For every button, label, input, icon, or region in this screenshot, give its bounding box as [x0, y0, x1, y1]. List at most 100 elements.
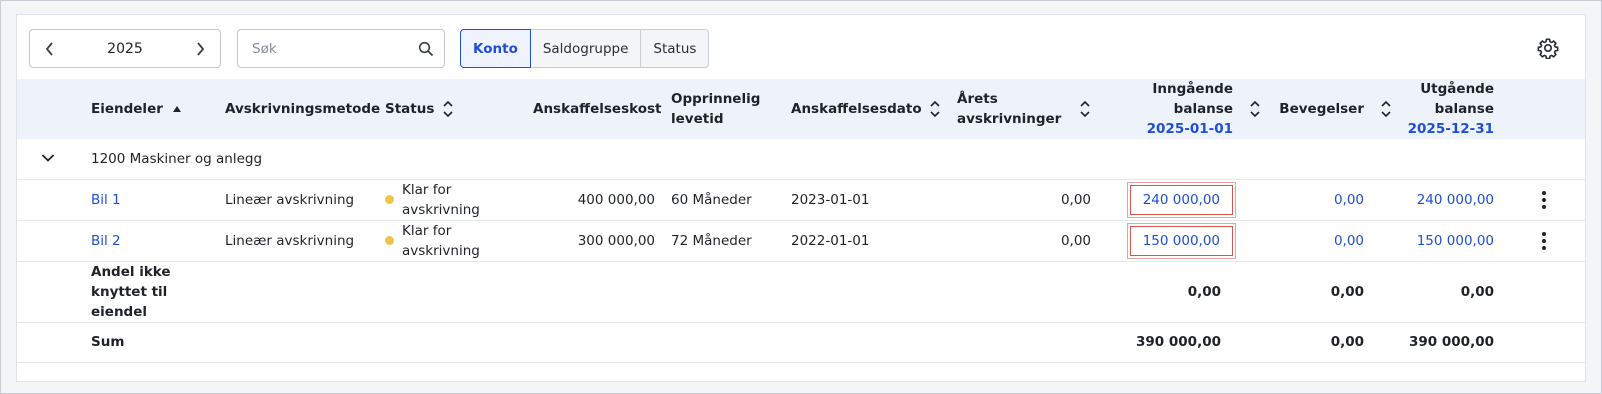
table-header-row: Eiendeler Avskrivningsmetode Status Ansk…: [17, 79, 1585, 139]
tab-konto[interactable]: Konto: [460, 29, 531, 68]
status-line1: Klar for: [402, 222, 452, 239]
sort-icon[interactable]: [1249, 99, 1261, 119]
unlinked-row: Andel ikke knyttet til eiendel 0,00 0,00…: [17, 261, 1585, 323]
search-field: [237, 29, 445, 68]
asset-link[interactable]: Bil 2: [83, 220, 217, 262]
row-menu-cell: [1502, 179, 1585, 221]
unlinked-movements: 0,00: [1241, 261, 1372, 323]
sum-closing: 390 000,00: [1372, 322, 1502, 363]
header-bevegelser-label: Bevegelser: [1279, 101, 1364, 117]
asset-link[interactable]: Bil 1: [83, 179, 217, 221]
header-status[interactable]: Status: [377, 79, 525, 139]
status-dot-icon: [385, 236, 394, 245]
search-input[interactable]: [252, 40, 402, 57]
sum-label: Sum: [83, 322, 217, 363]
more-vertical-icon[interactable]: [1539, 190, 1549, 209]
method-cell: Lineær avskrivning: [217, 179, 377, 221]
header-inngaende-line2: balanse: [1173, 101, 1233, 117]
unlinked-label: Andel ikke knyttet til eiendel: [83, 261, 217, 323]
gear-icon: [1537, 38, 1559, 60]
status-line1: Klar for: [402, 181, 452, 198]
group-label: 1200 Maskiner og anlegg: [83, 139, 1585, 180]
header-utgaende-date[interactable]: 2025-12-31: [1408, 119, 1494, 139]
unlinked-line3: eiendel: [91, 303, 147, 320]
sort-icon[interactable]: [442, 99, 454, 119]
header-levetid-line1: Opprinnelig: [671, 91, 761, 107]
year-value: 2025: [107, 40, 143, 57]
table-row: Bil 1 Lineær avskrivning Klar for avskri…: [17, 179, 1585, 221]
header-utgaende-line1: Utgående: [1420, 81, 1494, 97]
asset-register-panel: 2025 Konto Saldogruppe Status: [16, 14, 1586, 382]
tab-status[interactable]: Status: [640, 29, 710, 68]
date-cell: 2022-01-01: [783, 220, 949, 262]
header-anskaffelsesdato[interactable]: Anskaffelsesdato: [783, 79, 949, 139]
sort-icon[interactable]: [1079, 99, 1091, 119]
header-utgaende-line2: balanse: [1434, 101, 1494, 117]
method-cell: Lineær avskrivning: [217, 220, 377, 262]
header-bevegelser[interactable]: Bevegelser: [1241, 79, 1372, 139]
closing-balance-link[interactable]: 240 000,00: [1372, 179, 1502, 221]
more-vertical-icon[interactable]: [1539, 231, 1549, 250]
header-opprinnelig-levetid: Opprinnelig levetid: [663, 79, 783, 139]
table-row: Bil 2 Lineær avskrivning Klar for avskri…: [17, 220, 1585, 262]
closing-balance-link[interactable]: 150 000,00: [1372, 220, 1502, 262]
cost-cell: 400 000,00: [525, 179, 663, 221]
sum-opening: 390 000,00: [1099, 322, 1241, 363]
settings-button[interactable]: [1537, 37, 1559, 60]
header-anskaffelseskost: Anskaffelseskost: [533, 101, 662, 117]
unlinked-line1: Andel ikke: [91, 263, 171, 280]
movements-link[interactable]: 0,00: [1241, 220, 1372, 262]
header-utgaende-balanse[interactable]: Utgående balanse 2025-12-31: [1372, 79, 1502, 139]
header-anskaffelsesdato-label: Anskaffelsesdato: [791, 101, 922, 117]
sort-icon[interactable]: [1380, 99, 1392, 119]
opening-balance-link[interactable]: 150 000,00: [1129, 225, 1233, 256]
year-picker: 2025: [29, 29, 221, 68]
status-cell: Klar for avskrivning: [377, 179, 525, 221]
movements-link[interactable]: 0,00: [1241, 179, 1372, 221]
header-eiendeler[interactable]: Eiendeler: [83, 79, 217, 139]
header-expand: [17, 79, 83, 139]
status-cell: Klar for avskrivning: [377, 220, 525, 262]
opening-cell: 150 000,00: [1099, 220, 1241, 262]
grouping-toggle: Konto Saldogruppe Status: [460, 29, 710, 68]
header-arets-avskrivninger[interactable]: Årets avskrivninger: [949, 79, 1099, 139]
sum-row: Sum 390 000,00 0,00 390 000,00: [17, 322, 1585, 363]
chevron-down-icon[interactable]: [41, 153, 55, 163]
header-status-label: Status: [385, 101, 435, 117]
chevron-right-icon: [197, 41, 205, 56]
header-actions: [1502, 79, 1585, 139]
opening-balance-link[interactable]: 240 000,00: [1129, 184, 1233, 215]
tab-saldogruppe[interactable]: Saldogruppe: [529, 29, 642, 68]
date-cell: 2023-01-01: [783, 179, 949, 221]
next-year-button[interactable]: [190, 39, 210, 59]
header-inngaende-line1: Inngående: [1152, 81, 1233, 97]
row-menu-cell: [1502, 220, 1585, 262]
sum-movements: 0,00: [1241, 322, 1372, 363]
header-eiendeler-label: Eiendeler: [91, 101, 163, 117]
yearly-cell: 0,00: [949, 179, 1099, 221]
header-arets-line2: avskrivninger: [957, 111, 1062, 127]
status-dot-icon: [385, 195, 394, 204]
group-row: 1200 Maskiner og anlegg: [17, 139, 1585, 180]
previous-year-button[interactable]: [40, 39, 60, 59]
sort-icon[interactable]: [930, 99, 941, 119]
yearly-cell: 0,00: [949, 220, 1099, 262]
group-expand-cell[interactable]: [17, 139, 83, 180]
unlinked-line2: knyttet til: [91, 283, 168, 300]
unlinked-opening: 0,00: [1099, 261, 1241, 323]
life-cell: 60 Måneder: [663, 179, 783, 221]
opening-cell: 240 000,00: [1099, 179, 1241, 221]
chevron-left-icon: [45, 41, 53, 56]
header-arets-line1: Årets: [957, 91, 998, 107]
assets-table: Eiendeler Avskrivningsmetode Status Ansk…: [17, 79, 1585, 363]
header-avskrivningsmetode: Avskrivningsmetode: [225, 101, 381, 117]
search-icon[interactable]: [418, 41, 434, 57]
header-inngaende-date[interactable]: 2025-01-01: [1107, 119, 1233, 139]
sort-ascending-icon[interactable]: [171, 99, 183, 119]
status-line2: avskrivning: [402, 242, 480, 259]
header-levetid-line2: levetid: [671, 111, 724, 127]
life-cell: 72 Måneder: [663, 220, 783, 262]
cost-cell: 300 000,00: [525, 220, 663, 262]
status-line2: avskrivning: [402, 201, 480, 218]
header-inngaende-balanse[interactable]: Inngående balanse 2025-01-01: [1099, 79, 1241, 139]
